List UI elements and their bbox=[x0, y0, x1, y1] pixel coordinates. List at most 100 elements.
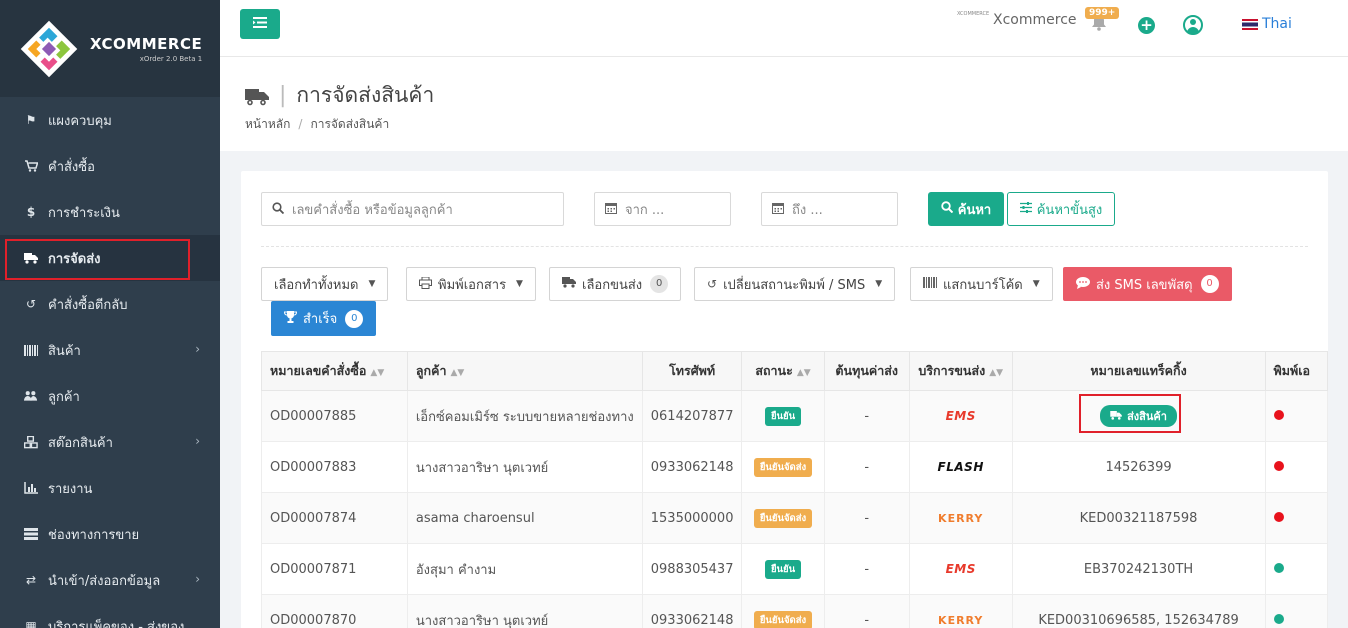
table-row[interactable]: OD00007871 อังสุมา คำงาม 0988305437 ยืนย… bbox=[261, 543, 1328, 595]
print-icon bbox=[419, 276, 432, 292]
status-badge: ยืนยันจัดส่ง bbox=[753, 610, 813, 628]
caret-down-icon: ▼ bbox=[368, 279, 376, 289]
search-input[interactable]: เลขคำสั่งซื้อ หรือข้อมูลลูกค้า bbox=[261, 192, 564, 226]
order-number[interactable]: OD00007870 bbox=[261, 594, 408, 628]
tracking-number: KED00310696585, 152634789 bbox=[1011, 594, 1266, 628]
sidebar-item-label: สต๊อกสินค้า bbox=[48, 435, 113, 451]
menu-icon bbox=[253, 16, 267, 32]
sidebar-item-channels[interactable]: ช่องทางการขาย bbox=[0, 511, 220, 557]
comment-icon bbox=[1076, 276, 1090, 292]
table-row[interactable]: OD00007874 asama charoensul 1535000000 ย… bbox=[261, 492, 1328, 544]
send-sms-button[interactable]: ส่ง SMS เลขพัสดุ 0 bbox=[1063, 267, 1232, 301]
date-to-placeholder: ถึง ... bbox=[792, 202, 823, 218]
sidebar-item-customers[interactable]: ลูกค้า bbox=[0, 373, 220, 419]
carrier-cell: KERRY bbox=[908, 492, 1013, 544]
th-carrier[interactable]: บริการขนส่ง ▲▼ bbox=[908, 351, 1013, 391]
breadcrumb-home[interactable]: หน้าหลัก bbox=[245, 117, 290, 131]
sidebar-item-packing-service[interactable]: ▦ บริการแพ็คของ - ส่งของ bbox=[0, 603, 220, 628]
print-docs-dropdown[interactable]: พิมพ์เอกสาร ▼ bbox=[406, 267, 536, 301]
page-title: | การจัดส่งสินค้า bbox=[245, 79, 434, 112]
order-number[interactable]: OD00007871 bbox=[261, 543, 408, 595]
print-status-cell bbox=[1264, 441, 1328, 493]
change-status-dropdown[interactable]: ↺ เปลี่ยนสถานะพิมพ์ / SMS ▼ bbox=[694, 267, 896, 301]
success-button[interactable]: สำเร็จ 0 bbox=[271, 301, 377, 336]
print-status-cell bbox=[1264, 594, 1328, 628]
logo[interactable]: XCOMMERCE xOrder 2.0 Beta 1 bbox=[0, 0, 220, 97]
table-row[interactable]: OD00007883 นางสาวอาริษา นุตเวทย์ 0933062… bbox=[261, 441, 1328, 493]
sort-icon: ▲▼ bbox=[989, 368, 1004, 378]
plus-circle-icon[interactable]: + bbox=[1138, 17, 1155, 34]
user-icon[interactable] bbox=[1183, 15, 1203, 35]
bar-chart-icon bbox=[24, 481, 38, 495]
th-label: ลูกค้า bbox=[415, 363, 447, 378]
th-label: พิมพ์เอ bbox=[1273, 363, 1311, 378]
phone: 0933062148 bbox=[641, 441, 743, 493]
date-from-input[interactable]: จาก ... bbox=[594, 192, 731, 226]
search-button[interactable]: ค้นหา bbox=[928, 192, 1004, 226]
sidebar-item-products[interactable]: สินค้า › bbox=[0, 327, 220, 373]
print-docs-label: พิมพ์เอกสาร bbox=[438, 277, 507, 293]
shipping-table: หมายเลขคำสั่งซื้อ ▲▼ ลูกค้า ▲▼ โทรศัพท์ สถ… bbox=[261, 351, 1328, 628]
advanced-search-button[interactable]: ค้นหาขั้นสูง bbox=[1007, 192, 1115, 226]
undo-icon: ↺ bbox=[707, 277, 718, 291]
status-badge: ยืนยันจัดส่ง bbox=[753, 457, 813, 477]
sidebar-item-dashboard[interactable]: ⚑ แผงควบคุม bbox=[0, 97, 220, 143]
advanced-search-label: ค้นหาขั้นสูง bbox=[1036, 202, 1103, 218]
scan-barcode-dropdown[interactable]: แสกนบาร์โค้ด ▼ bbox=[910, 267, 1053, 301]
order-number[interactable]: OD00007874 bbox=[261, 492, 408, 544]
print-status-dot bbox=[1273, 460, 1284, 471]
select-all-dropdown[interactable]: เลือกทำทั้งหมด ▼ bbox=[261, 267, 389, 301]
chevron-right-icon: › bbox=[195, 434, 200, 448]
print-status-dot bbox=[1273, 511, 1284, 522]
users-icon bbox=[24, 389, 38, 403]
th-status[interactable]: สถานะ ▲▼ bbox=[741, 351, 825, 391]
order-number[interactable]: OD00007883 bbox=[261, 441, 408, 493]
sidebar-item-stock[interactable]: สต๊อกสินค้า › bbox=[0, 419, 220, 465]
sidebar-item-reports[interactable]: รายงาน bbox=[0, 465, 220, 511]
brand-name[interactable]: Xcommerce bbox=[993, 12, 1077, 28]
table-header-row: หมายเลขคำสั่งซื้อ ▲▼ ลูกค้า ▲▼ โทรศัพท์ สถ… bbox=[261, 351, 1328, 391]
date-to-input[interactable]: ถึง ... bbox=[761, 192, 898, 226]
success-label: สำเร็จ bbox=[303, 312, 338, 327]
select-carrier-label: เลือกขนส่ง bbox=[582, 277, 643, 293]
print-status-cell bbox=[1264, 492, 1328, 544]
customer-name: นางสาวอาริษา นุตเวทย์ bbox=[406, 441, 643, 493]
sidebar-item-orders[interactable]: คำสั่งซื้อ bbox=[0, 143, 220, 189]
kerry-express-logo: KERRY bbox=[938, 613, 984, 627]
carrier-cell: EMS bbox=[908, 390, 1013, 442]
undo-icon: ↺ bbox=[25, 297, 37, 311]
status-badge: ยืนยัน bbox=[764, 559, 802, 579]
page-header: | การจัดส่งสินค้า หน้าหลัก / การจัดส่งสินค… bbox=[220, 57, 1348, 151]
channels-icon bbox=[24, 527, 38, 541]
th-customer[interactable]: ลูกค้า ▲▼ bbox=[406, 351, 643, 391]
menu-toggle-button[interactable] bbox=[240, 9, 280, 39]
print-status-cell bbox=[1264, 543, 1328, 595]
customer-name: asama charoensul bbox=[406, 492, 643, 544]
sidebar: XCOMMERCE xOrder 2.0 Beta 1 ⚑ แผงควบคุม … bbox=[0, 0, 220, 628]
select-carrier-count: 0 bbox=[650, 275, 669, 293]
caret-down-icon: ▼ bbox=[516, 279, 523, 289]
language-selector[interactable]: Thai bbox=[1262, 16, 1292, 32]
notification-badge: 999+ bbox=[1085, 7, 1120, 19]
order-number[interactable]: OD00007885 bbox=[261, 390, 408, 442]
print-status-dot bbox=[1273, 613, 1284, 624]
th-order-number[interactable]: หมายเลขคำสั่งซื้อ ▲▼ bbox=[261, 351, 408, 391]
kerry-express-logo: KERRY bbox=[938, 511, 984, 525]
sidebar-item-import-export[interactable]: ⇄ นำเข้า/ส่งออกข้อมูล › bbox=[0, 557, 220, 603]
sort-icon: ▲▼ bbox=[450, 368, 465, 378]
change-status-label: เปลี่ยนสถานะพิมพ์ / SMS bbox=[723, 277, 866, 293]
truck-icon bbox=[562, 277, 576, 291]
sidebar-item-returns[interactable]: ↺ คำสั่งซื้อตีกลับ bbox=[0, 281, 220, 327]
cubes-icon bbox=[24, 435, 38, 449]
select-carrier-button[interactable]: เลือกขนส่ง 0 bbox=[549, 267, 682, 301]
th-label: โทรศัพท์ bbox=[669, 363, 716, 378]
sidebar-item-label: ช่องทางการขาย bbox=[48, 527, 140, 543]
sidebar-item-payment[interactable]: $ การชำระเงิน bbox=[0, 189, 220, 235]
tracking-number: KED00321187598 bbox=[1011, 492, 1266, 544]
package-icon: ▦ bbox=[25, 619, 37, 628]
table-row[interactable]: OD00007870 นางสาวอาริษา นุตเวทย์ 0933062… bbox=[261, 594, 1328, 628]
customer-name: อังสุมา คำงาม bbox=[406, 543, 643, 595]
status-cell: ยืนยัน bbox=[741, 390, 825, 442]
sidebar-item-label: การชำระเงิน bbox=[48, 205, 120, 221]
customer-name: นางสาวอาริษา นุตเวทย์ bbox=[406, 594, 643, 628]
